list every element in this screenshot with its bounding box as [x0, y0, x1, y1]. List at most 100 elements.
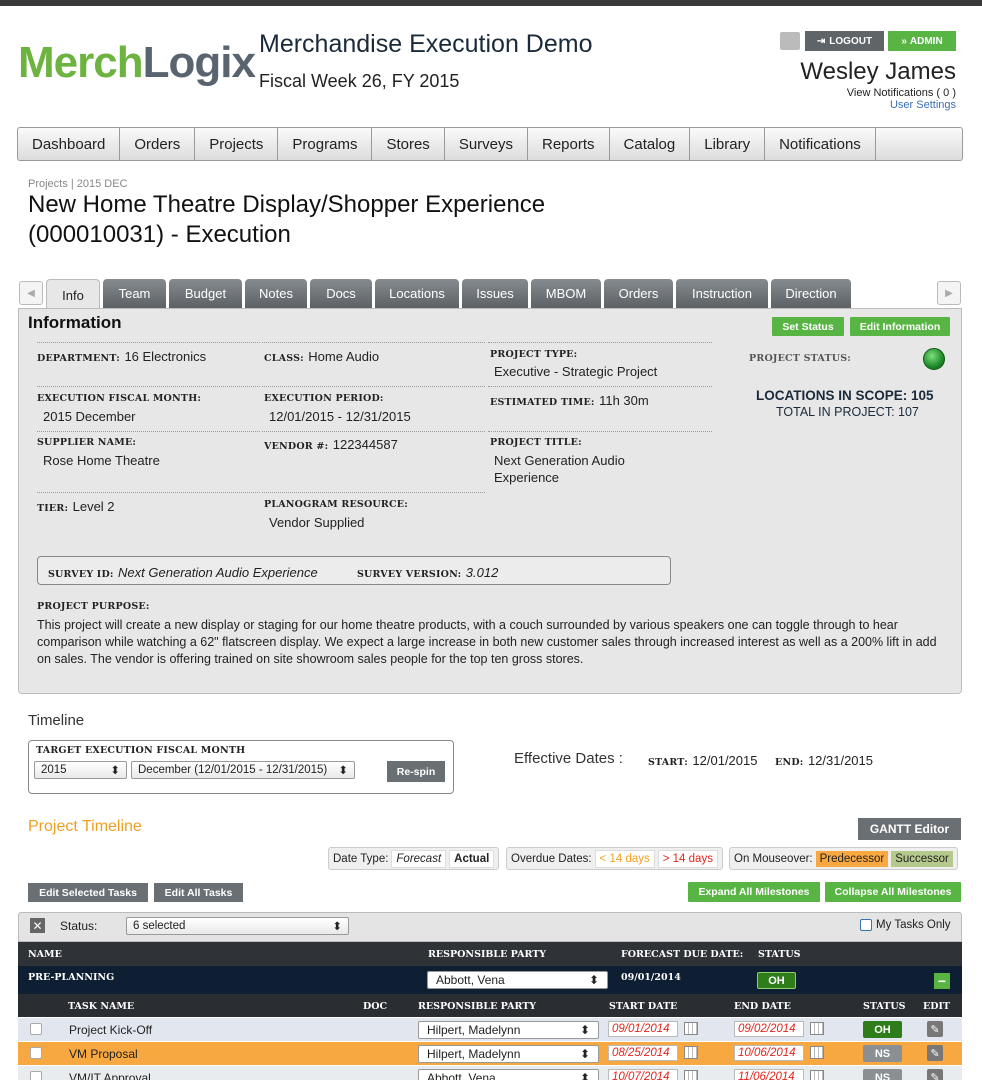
- tab-scroll-left-icon[interactable]: ◀: [19, 281, 43, 305]
- nav-library[interactable]: Library: [690, 128, 766, 160]
- milestone-status-badge[interactable]: OH: [757, 972, 796, 989]
- end-date-input[interactable]: 10/06/2014: [734, 1045, 804, 1061]
- date-type-actual[interactable]: Actual: [449, 849, 495, 868]
- logout-button[interactable]: ⇥ LOGOUT: [805, 31, 884, 51]
- merchlogix-logo[interactable]: MerchLogix: [18, 38, 256, 88]
- chevrons-right-icon: »: [901, 35, 907, 47]
- end-date-input[interactable]: 09/02/2014: [734, 1021, 804, 1037]
- end-date-input[interactable]: 11/06/2014: [734, 1069, 804, 1080]
- calendar-icon[interactable]: [684, 1046, 698, 1059]
- tab-mbom[interactable]: MBOM: [531, 279, 601, 308]
- tab-direction[interactable]: Direction: [771, 279, 851, 308]
- tab-scroll-right-icon[interactable]: ▶: [937, 281, 961, 305]
- status-badge[interactable]: NS: [863, 1069, 902, 1080]
- edit-pencil-icon[interactable]: ✎: [927, 1045, 943, 1061]
- gantt-editor-button[interactable]: GANTT Editor: [858, 818, 961, 840]
- nav-reports[interactable]: Reports: [528, 128, 610, 160]
- mouseover-legend: On Mouseover: Predecessor Successor: [729, 847, 958, 870]
- status-filter-select[interactable]: 6 selected ⬍: [126, 917, 349, 935]
- nav-stores[interactable]: Stores: [372, 128, 445, 160]
- user-settings-link[interactable]: User Settings: [890, 99, 956, 111]
- task-name[interactable]: VM/IT Approval: [69, 1071, 151, 1080]
- edit-all-tasks-button[interactable]: Edit All Tasks: [154, 883, 243, 902]
- project-title-value-line2: Experience: [494, 470, 560, 485]
- start-date-input[interactable]: 10/07/2014: [608, 1069, 678, 1080]
- status-badge[interactable]: OH: [863, 1021, 902, 1038]
- project-purpose-text: This project will create a new display o…: [37, 618, 937, 666]
- nav-orders[interactable]: Orders: [120, 128, 196, 160]
- nav-catalog[interactable]: Catalog: [610, 128, 691, 160]
- task-name[interactable]: VM Proposal: [69, 1047, 138, 1061]
- task-header: TASK NAME DOC RESPONSIBLE PARTY START DA…: [18, 994, 962, 1017]
- calendar-icon[interactable]: [810, 1046, 824, 1059]
- edit-information-button[interactable]: Edit Information: [850, 317, 950, 336]
- date-type-toggle: Date Type: Forecast Actual: [328, 847, 500, 870]
- tab-orders[interactable]: Orders: [604, 279, 673, 308]
- col-edit: EDIT: [923, 1001, 950, 1012]
- nav-dashboard[interactable]: Dashboard: [18, 128, 121, 160]
- tab-info[interactable]: Info: [46, 279, 100, 310]
- nav-notifications[interactable]: Notifications: [765, 128, 876, 160]
- tab-locations[interactable]: Locations: [375, 279, 459, 308]
- tab-budget[interactable]: Budget: [169, 279, 242, 308]
- project-type-label: PROJECT TYPE:: [490, 349, 578, 360]
- collapse-milestone-icon[interactable]: −: [934, 973, 950, 989]
- start-date-input[interactable]: 09/01/2014: [608, 1021, 678, 1037]
- project-title-label: PROJECT TITLE:: [490, 437, 582, 448]
- tab-notes[interactable]: Notes: [245, 279, 307, 308]
- set-status-button[interactable]: Set Status: [772, 317, 844, 336]
- breadcrumb-projects[interactable]: Projects: [28, 178, 68, 190]
- tab-issues[interactable]: Issues: [462, 279, 528, 308]
- responsible-select[interactable]: Hilpert, Madelynn ⬍: [418, 1021, 599, 1039]
- edit-pencil-icon[interactable]: ✎: [927, 1069, 943, 1080]
- nav-programs[interactable]: Programs: [278, 128, 373, 160]
- month-select[interactable]: December (12/01/2015 - 12/31/2015) ⬍: [131, 761, 355, 779]
- calendar-icon[interactable]: [684, 1070, 698, 1080]
- responsible-select[interactable]: Abbott, Vena ⬍: [418, 1069, 599, 1080]
- table-row[interactable]: VM Proposal Hilpert, Madelynn ⬍ 08/25/201…: [18, 1042, 962, 1065]
- year-select[interactable]: 2015 ⬍: [34, 761, 127, 779]
- class-field: CLASS: Home Audio: [264, 349, 380, 364]
- admin-button[interactable]: » ADMIN: [888, 31, 956, 51]
- project-title-value-line1: Next Generation Audio: [494, 453, 625, 468]
- info-heading: Information: [28, 313, 122, 332]
- clear-filter-icon[interactable]: ✕: [30, 918, 45, 933]
- tab-team[interactable]: Team: [103, 279, 166, 308]
- start-date-input[interactable]: 08/25/2014: [608, 1045, 678, 1061]
- responsible-select[interactable]: Hilpert, Madelynn ⬍: [418, 1045, 599, 1063]
- my-tasks-only-checkbox[interactable]: [860, 919, 872, 931]
- calendar-icon[interactable]: [810, 1070, 824, 1080]
- view-notifications-link[interactable]: View Notifications ( 0 ): [847, 87, 956, 99]
- divider: [488, 431, 712, 432]
- nav-surveys[interactable]: Surveys: [445, 128, 528, 160]
- calendar-icon[interactable]: [810, 1022, 824, 1035]
- tab-docs[interactable]: Docs: [310, 279, 372, 308]
- main-nav: Dashboard Orders Projects Programs Store…: [17, 127, 963, 161]
- select-arrows-icon: ⬍: [338, 765, 348, 777]
- tab-instruction[interactable]: Instruction: [676, 279, 768, 308]
- row-checkbox[interactable]: [30, 1071, 42, 1080]
- respin-button[interactable]: Re-spin: [387, 761, 445, 782]
- date-type-forecast[interactable]: Forecast: [391, 849, 447, 868]
- print-icon[interactable]: [780, 32, 800, 50]
- row-checkbox[interactable]: [30, 1023, 42, 1035]
- expand-all-milestones-button[interactable]: Expand All Milestones: [688, 882, 820, 902]
- supplier-name-value: Rose Home Theatre: [43, 453, 160, 468]
- edit-pencil-icon[interactable]: ✎: [927, 1021, 943, 1037]
- milestone-responsible-select[interactable]: Abbott, Vena ⬍: [427, 971, 608, 989]
- collapse-all-milestones-button[interactable]: Collapse All Milestones: [825, 882, 961, 902]
- breadcrumb-period[interactable]: 2015 DEC: [77, 178, 128, 190]
- calendar-icon[interactable]: [684, 1022, 698, 1035]
- table-row[interactable]: Project Kick-Off Hilpert, Madelynn ⬍ 09/0…: [18, 1018, 962, 1041]
- edit-selected-tasks-button[interactable]: Edit Selected Tasks: [28, 883, 148, 902]
- task-name[interactable]: Project Kick-Off: [69, 1023, 152, 1037]
- logout-icon: ⇥: [816, 35, 826, 47]
- status-filter-label: Status:: [60, 919, 98, 933]
- nav-projects[interactable]: Projects: [195, 128, 279, 160]
- table-row[interactable]: VM/IT Approval Abbott, Vena ⬍ 10/07/2014 …: [18, 1066, 962, 1080]
- milestone-row[interactable]: PRE-PLANNING Abbott, Vena ⬍ 09/01/2014 OH…: [18, 966, 962, 994]
- status-badge[interactable]: NS: [863, 1045, 902, 1062]
- select-arrows-icon: ⬍: [579, 1023, 590, 1037]
- row-checkbox[interactable]: [30, 1047, 42, 1059]
- col-forecast-due-date: FORECAST DUE DATE:: [621, 949, 744, 960]
